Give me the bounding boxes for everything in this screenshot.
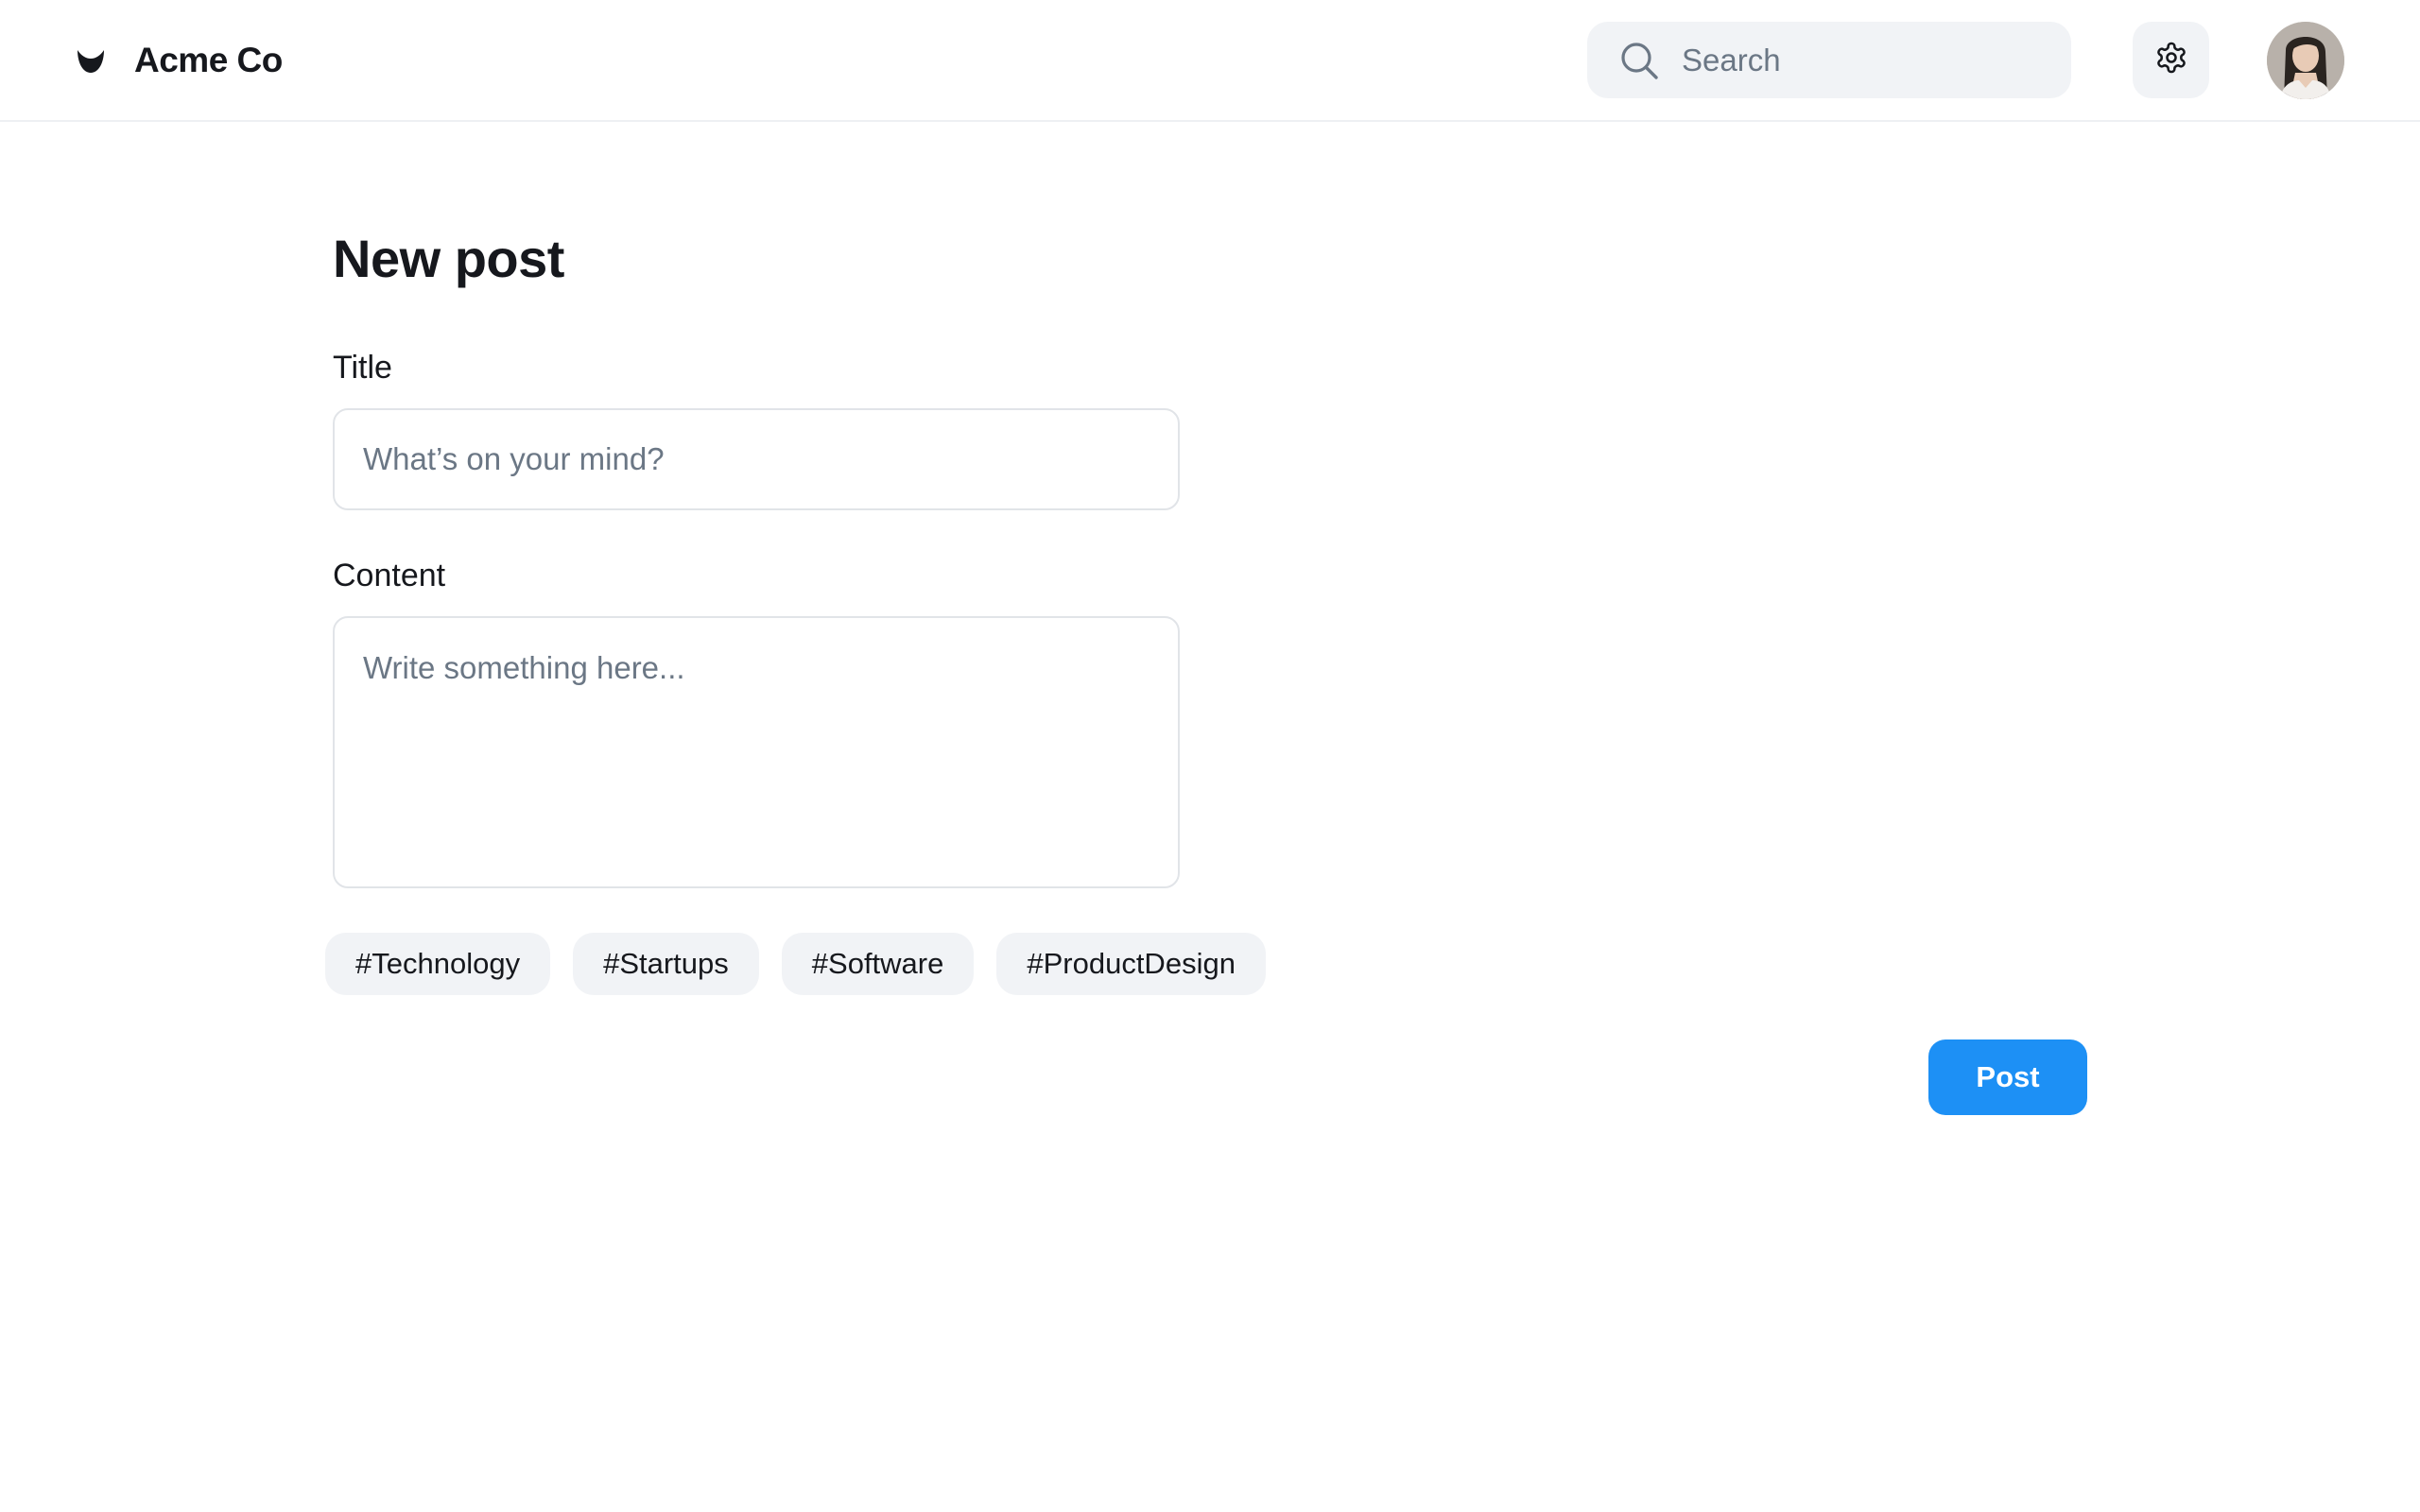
brand[interactable]: Acme Co (74, 34, 283, 87)
gear-icon (2154, 41, 2188, 79)
search-bar[interactable] (1587, 22, 2071, 98)
acme-logo-icon (74, 43, 108, 77)
tag-productdesign[interactable]: #ProductDesign (996, 933, 1266, 995)
tag-technology[interactable]: #Technology (325, 933, 551, 995)
search-input[interactable] (1682, 31, 2041, 89)
new-post-form: New post Title Content #Technology #Star… (325, 227, 2129, 1115)
tag-list: #Technology #Startups #Software #Product… (325, 933, 1266, 995)
user-avatar (2267, 22, 2344, 99)
tag-software[interactable]: #Software (781, 933, 975, 995)
tag-startups[interactable]: #Startups (573, 933, 759, 995)
avatar[interactable] (2267, 22, 2344, 99)
search-icon (1619, 41, 1659, 80)
settings-button[interactable] (2133, 22, 2209, 98)
title-input[interactable] (333, 408, 1180, 510)
brand-name: Acme Co (134, 41, 283, 79)
top-header: Acme Co (0, 0, 2420, 122)
title-label: Title (333, 350, 392, 386)
post-button[interactable]: Post (1928, 1040, 2087, 1115)
content-label: Content (333, 558, 446, 593)
content-textarea[interactable] (333, 616, 1180, 888)
page-title: New post (333, 229, 564, 288)
